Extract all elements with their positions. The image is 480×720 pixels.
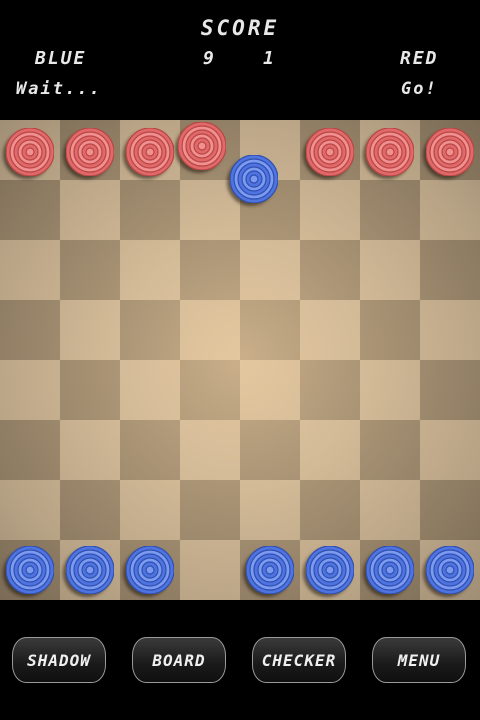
board-square[interactable] [60,420,120,480]
board-square[interactable] [120,300,180,360]
board-square[interactable] [180,300,240,360]
blue-checker[interactable] [66,546,114,594]
board-square[interactable] [300,420,360,480]
red-checker[interactable] [66,128,114,176]
blue-checker[interactable] [366,546,414,594]
board-square[interactable] [0,300,60,360]
board-square[interactable] [180,540,240,600]
board-square[interactable] [60,300,120,360]
board-button[interactable]: BOARD [132,637,226,683]
board-square[interactable] [0,240,60,300]
blue-checker[interactable] [230,155,278,203]
board-square[interactable] [420,360,480,420]
board-square[interactable] [0,420,60,480]
shadow-button[interactable]: SHADOW [12,637,106,683]
board-square[interactable] [360,180,420,240]
red-checker[interactable] [306,128,354,176]
board-square[interactable] [0,360,60,420]
board-square[interactable] [240,240,300,300]
board-square[interactable] [180,360,240,420]
menu-button[interactable]: MENU [372,637,466,683]
red-checker[interactable] [6,128,54,176]
board-square[interactable] [240,420,300,480]
blue-player-label: BLUE [35,48,87,69]
blue-checker[interactable] [6,546,54,594]
board-square[interactable] [420,480,480,540]
board-square[interactable] [120,360,180,420]
board-square[interactable] [240,360,300,420]
board-square[interactable] [0,180,60,240]
board-square[interactable] [420,180,480,240]
board-square[interactable] [300,360,360,420]
board-square[interactable] [180,480,240,540]
blue-status: Wait... [16,79,102,99]
red-checker[interactable] [126,128,174,176]
red-player-label: RED [400,48,439,69]
board-square[interactable] [360,420,420,480]
board-square[interactable] [180,240,240,300]
board-square[interactable] [360,300,420,360]
board-square[interactable] [420,420,480,480]
board-square[interactable] [360,480,420,540]
blue-checker[interactable] [306,546,354,594]
red-status: Go! [401,79,438,99]
board-square[interactable] [60,360,120,420]
red-checker[interactable] [178,122,226,170]
score-title: SCORE [200,16,280,40]
red-score: 1 [263,48,276,69]
board-square[interactable] [300,180,360,240]
checker-button[interactable]: CHECKER [252,637,346,683]
red-checker[interactable] [426,128,474,176]
board-square[interactable] [120,480,180,540]
board-square[interactable] [420,300,480,360]
board-square[interactable] [120,180,180,240]
board-square[interactable] [240,300,300,360]
blue-checker[interactable] [126,546,174,594]
board-square[interactable] [300,240,360,300]
board-square[interactable] [300,300,360,360]
board-square[interactable] [60,240,120,300]
blue-score: 9 [203,48,216,69]
board-square[interactable] [60,180,120,240]
game-board[interactable] [0,120,480,600]
board-square[interactable] [120,240,180,300]
board-square[interactable] [60,480,120,540]
board-square[interactable] [0,480,60,540]
blue-checker[interactable] [246,546,294,594]
board-square[interactable] [420,240,480,300]
board-square[interactable] [300,480,360,540]
board-square[interactable] [180,420,240,480]
blue-checker[interactable] [426,546,474,594]
board-square[interactable] [240,480,300,540]
red-checker[interactable] [366,128,414,176]
board-square[interactable] [360,240,420,300]
board-square[interactable] [120,420,180,480]
board-square[interactable] [360,360,420,420]
